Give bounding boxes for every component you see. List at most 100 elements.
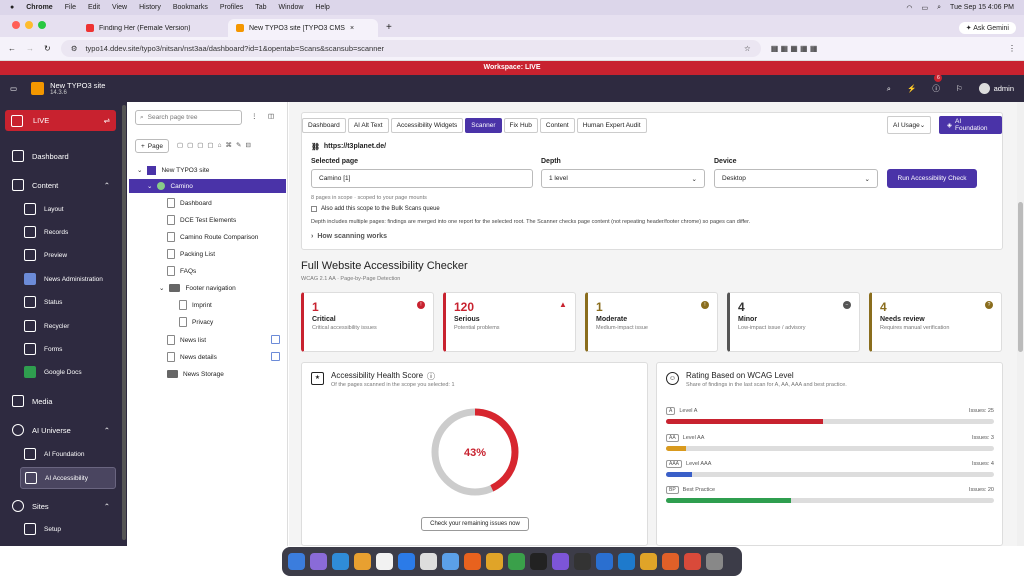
tree-node[interactable]: Privacy xyxy=(179,315,213,329)
menu-history[interactable]: History xyxy=(139,4,161,11)
sidebar-item-sites[interactable]: Sites ⌃ xyxy=(8,496,116,516)
menu-help[interactable]: Help xyxy=(315,4,329,11)
chrome-icon[interactable] xyxy=(486,553,503,570)
device-select[interactable]: Desktop ⌄ xyxy=(714,169,878,188)
user-menu[interactable]: admin xyxy=(978,83,1014,94)
browser-menu-icon[interactable]: ⋮ xyxy=(1008,44,1016,53)
app-icon[interactable] xyxy=(684,553,701,570)
firefox-icon[interactable] xyxy=(464,553,481,570)
terminal-icon[interactable] xyxy=(530,553,547,570)
tree-node[interactable]: News details xyxy=(167,350,217,364)
info-icon[interactable]: ⓘ 6 xyxy=(932,74,943,94)
tree-node[interactable]: DCE Test Elements xyxy=(167,213,236,227)
tree-node-root[interactable]: ⌄ New TYPO3 site xyxy=(137,163,209,177)
new-tab-button[interactable]: + xyxy=(378,22,400,37)
tree-menu-icon[interactable]: ⋮ xyxy=(251,112,258,120)
selected-page-field[interactable]: Camino [1] xyxy=(311,169,533,188)
ask-gemini-button[interactable]: ✦ Ask Gemini xyxy=(958,22,1016,34)
close-window-icon[interactable] xyxy=(12,21,20,29)
tab-accessibility-widgets[interactable]: Accessibility Widgets xyxy=(390,118,464,133)
live-workspace-button[interactable]: LIVE ⇌ xyxy=(5,110,116,131)
bulk-scan-checkbox[interactable]: Also add this scope to the Bulk Scans qu… xyxy=(311,206,440,212)
minimize-window-icon[interactable] xyxy=(25,21,33,29)
site-info-icon[interactable]: ⚙ xyxy=(71,44,78,53)
main-scrollbar[interactable] xyxy=(1017,102,1024,546)
scrollbar-thumb[interactable] xyxy=(1018,202,1023,352)
check-remaining-issues-button[interactable]: Check your remaining issues now xyxy=(421,517,529,531)
zoom-window-icon[interactable] xyxy=(38,21,46,29)
bookmark-star-icon[interactable]: ☆ xyxy=(744,44,751,53)
search-icon[interactable]: ⌕ xyxy=(937,4,941,12)
sidebar-item-news-admin[interactable]: News Administration xyxy=(20,269,116,289)
page-type-icons[interactable]: ▢▢▢▢⌂⌘✎⊟ xyxy=(177,141,255,149)
calendar-icon[interactable] xyxy=(376,553,393,570)
photos-icon[interactable] xyxy=(354,553,371,570)
sidebar-item-forms[interactable]: Forms xyxy=(20,339,116,359)
menu-profiles[interactable]: Profiles xyxy=(220,4,243,11)
tab-dashboard[interactable]: Dashboard xyxy=(302,118,346,133)
sidebar-item-content[interactable]: Content ⌃ xyxy=(8,175,116,195)
menu-bookmarks[interactable]: Bookmarks xyxy=(173,4,208,11)
flash-icon[interactable]: ⚡ xyxy=(907,84,916,93)
launchpad-icon[interactable] xyxy=(310,553,327,570)
sidebar-item-ai-accessibility[interactable]: AI Accessibility xyxy=(20,467,116,489)
sidebar-item-setup[interactable]: Setup xyxy=(20,519,116,539)
ai-foundation-button[interactable]: ◈ AI Foundation xyxy=(939,116,1002,134)
sidebar-scrollbar[interactable] xyxy=(122,105,126,540)
tree-node-camino[interactable]: ⌄ Camino xyxy=(129,179,286,193)
close-tab-icon[interactable]: × xyxy=(350,25,354,32)
depth-select[interactable]: 1 level ⌄ xyxy=(541,169,705,188)
reload-icon[interactable]: ↻ xyxy=(44,44,51,53)
app-icon[interactable] xyxy=(552,553,569,570)
sidebar-item-google-docs[interactable]: Google Docs xyxy=(20,362,116,382)
ai-usage-button[interactable]: AI Usage ⌄ xyxy=(887,116,932,134)
sidebar-item-layout[interactable]: Layout xyxy=(20,199,116,219)
tree-node[interactable]: FAQs xyxy=(167,264,196,278)
forward-icon[interactable]: → xyxy=(26,44,34,53)
sidebar-item-records[interactable]: Records xyxy=(20,222,116,242)
wifi-icon[interactable]: ◠ xyxy=(906,4,912,12)
apple-icon[interactable]: ● xyxy=(10,4,14,11)
extensions-icon[interactable]: ▦ ▦ ▦ ▦ ▦ xyxy=(771,44,818,53)
back-icon[interactable]: ← xyxy=(8,44,16,53)
tree-node[interactable]: Imprint xyxy=(179,298,212,312)
menu-file[interactable]: File xyxy=(65,4,76,11)
bookmark-icon[interactable]: ⚐ xyxy=(956,84,963,93)
menu-tab[interactable]: Tab xyxy=(255,4,266,11)
address-bar[interactable]: ⚙ typo14.ddev.site/typo3/nitsan/nst3aa/d… xyxy=(60,40,761,57)
new-page-button[interactable]: + Page xyxy=(135,139,169,153)
settings-icon[interactable] xyxy=(420,553,437,570)
sidebar-item-preview[interactable]: Preview xyxy=(20,245,116,265)
menu-window[interactable]: Window xyxy=(279,4,304,11)
tree-node[interactable]: Camino Route Comparison xyxy=(167,230,258,244)
clock[interactable]: Tue Sep 15 4:06 PM xyxy=(950,4,1014,11)
tab-human-expert-audit[interactable]: Human Expert Audit xyxy=(576,118,647,133)
tree-node[interactable]: Dashboard xyxy=(167,196,212,210)
messages-icon[interactable] xyxy=(332,553,349,570)
finder-icon[interactable] xyxy=(288,553,305,570)
tree-node[interactable]: News list xyxy=(167,333,206,347)
app-icon[interactable] xyxy=(662,553,679,570)
safari-icon[interactable] xyxy=(442,553,459,570)
how-scanning-works-toggle[interactable]: › How scanning works xyxy=(311,233,387,240)
sidebar-item-status[interactable]: Status xyxy=(20,292,116,312)
app-store-icon[interactable] xyxy=(398,553,415,570)
tab-scanner[interactable]: Scanner xyxy=(465,118,502,133)
trash-icon[interactable] xyxy=(706,553,723,570)
run-accessibility-check-button[interactable]: Run Accessibility Check xyxy=(887,169,977,188)
sidebar-toggle-icon[interactable]: ▭ xyxy=(10,84,17,93)
sidebar-item-ai-foundation[interactable]: AI Foundation xyxy=(20,444,116,464)
chrome-icon[interactable] xyxy=(640,553,657,570)
menu-view[interactable]: View xyxy=(112,4,127,11)
browser-tab-typo3[interactable]: New TYPO3 site [TYPO3 CMS × xyxy=(228,19,378,37)
info-icon[interactable]: ⓘ xyxy=(427,371,435,382)
tab-ai-alt-text[interactable]: AI Alt Text xyxy=(347,118,389,133)
tab-fix-hub[interactable]: Fix Hub xyxy=(503,118,538,133)
menu-edit[interactable]: Edit xyxy=(88,4,100,11)
battery-icon[interactable]: ▭ xyxy=(922,4,929,12)
sidebar-item-media[interactable]: Media xyxy=(8,391,116,411)
tree-node[interactable]: News Storage xyxy=(167,367,224,381)
browser-tab-finding-her[interactable]: Finding Her (Female Version) xyxy=(78,19,228,37)
tree-node-footer[interactable]: ⌄ Footer navigation xyxy=(159,281,236,295)
sidebar-item-dashboard[interactable]: Dashboard xyxy=(8,146,116,166)
